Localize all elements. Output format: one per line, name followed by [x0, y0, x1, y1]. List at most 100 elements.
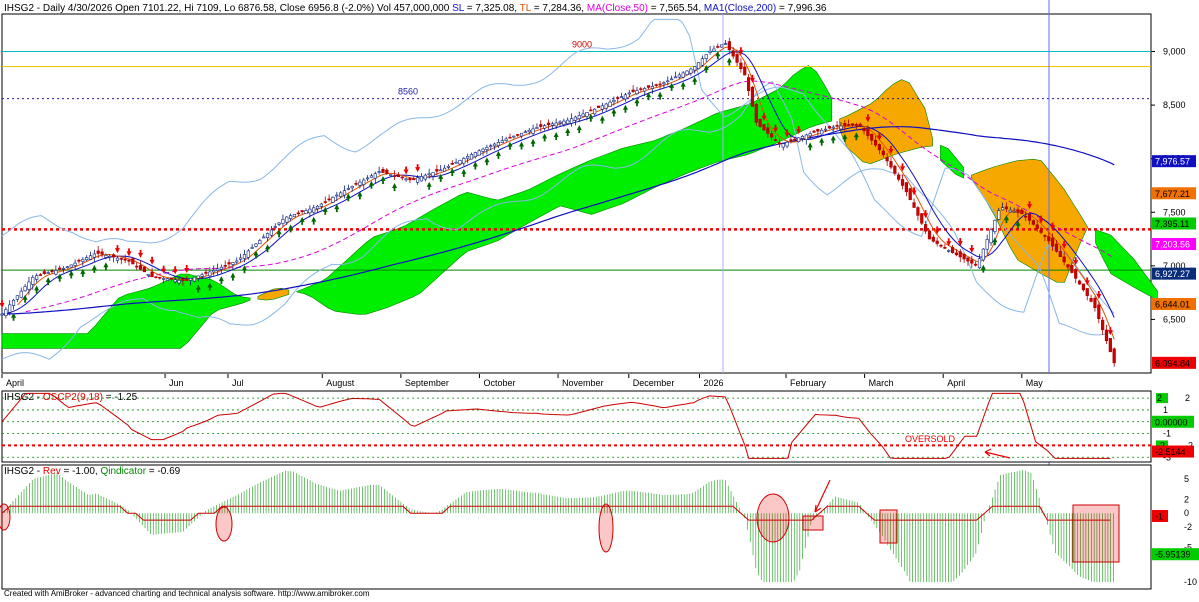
candle-body: [927, 230, 932, 240]
candle-body: [1104, 329, 1109, 342]
candle-body: [365, 177, 370, 180]
candle-body: [596, 105, 601, 108]
candle-body: [215, 268, 220, 271]
candle-body: [1081, 283, 1086, 291]
candle-body: [489, 145, 493, 148]
candle-body: [242, 254, 247, 259]
candle-body: [700, 58, 705, 66]
candle-body: [77, 259, 81, 262]
candle-body: [873, 139, 878, 146]
candle-body: [389, 174, 393, 176]
y-tick-label: 6,500: [1163, 314, 1186, 324]
candle-body: [920, 213, 924, 224]
candle-body: [358, 181, 362, 186]
oversold-label: OVERSOLD: [905, 434, 956, 444]
candle-body: [27, 281, 31, 290]
candle-body: [127, 259, 131, 262]
rev-tag-label: -5.95139: [1155, 550, 1191, 560]
candle-body: [108, 255, 112, 258]
reversal-panel[interactable]: IHSG2 - Rev = -1.00, Qindicator = -0.69 5…: [0, 464, 1199, 590]
rev-tick-label: -10: [1184, 577, 1197, 587]
x-tick-label: April: [947, 378, 965, 388]
candle-body: [42, 271, 46, 274]
candle-body: [854, 124, 858, 126]
candle-body: [427, 173, 431, 176]
candle-body: [970, 259, 974, 264]
candle-body: [181, 278, 185, 282]
osc-tick-label: 1: [1163, 405, 1168, 415]
candle-body: [235, 260, 239, 263]
candle-body: [820, 129, 824, 135]
candle-body: [31, 277, 35, 285]
candle-body: [777, 142, 781, 145]
candle-body: [331, 196, 335, 203]
candle-body: [1043, 235, 1047, 237]
candle-body: [450, 163, 454, 165]
candle-body: [527, 130, 531, 133]
y-tick-label: 9,000: [1163, 47, 1186, 57]
candle-body: [162, 277, 166, 280]
oscillator-title: IHSG2 - OSCP2(9,18) = -1.25: [4, 392, 138, 403]
candle-body: [369, 175, 374, 178]
candle-body: [635, 90, 639, 95]
candle-body: [1085, 288, 1089, 296]
candle-body: [662, 82, 666, 85]
candle-body: [19, 290, 23, 298]
candle-body: [439, 169, 443, 172]
candle-body: [1101, 319, 1105, 331]
candle-body: [292, 214, 297, 218]
rev-tick-label: 2: [1184, 494, 1189, 504]
price-tag-label: 6,927.27: [1155, 269, 1190, 279]
candle-body: [885, 156, 889, 162]
candle-body: [1000, 207, 1005, 211]
candle-body: [862, 128, 866, 132]
candle-body: [708, 50, 712, 53]
candle-body: [720, 44, 724, 48]
candle-body: [997, 210, 1001, 220]
candle-body: [573, 116, 578, 121]
candle-body: [604, 103, 608, 109]
candle-body: [889, 161, 893, 168]
candle-body: [381, 169, 385, 173]
candle-body: [250, 247, 254, 249]
highlight-ellipse: [756, 493, 790, 543]
candle-body: [112, 254, 116, 258]
candle-body: [789, 139, 793, 141]
candle-body: [1008, 209, 1012, 213]
candle-body: [673, 76, 678, 79]
oscillator-panel[interactable]: IHSG2 - OSCP2(9,18) = -1.25221-1-2-2-30.…: [1, 390, 1194, 463]
candle-body: [716, 46, 720, 48]
highlight-ellipse: [598, 503, 614, 553]
candle-body: [165, 278, 170, 281]
candle-body: [593, 108, 597, 115]
candle-body: [943, 247, 947, 249]
candle-body: [500, 140, 504, 143]
candle-body: [335, 194, 339, 197]
candle-body: [1016, 209, 1020, 213]
price-tag-label: 7,677.21: [1155, 189, 1190, 199]
candle-body: [146, 274, 150, 276]
candle-body: [631, 89, 635, 92]
candle-body: [281, 219, 285, 224]
candle-body: [1012, 211, 1016, 213]
candle-body: [296, 212, 300, 215]
candle-body: [442, 167, 447, 172]
candle-body: [265, 233, 270, 239]
price-tag-label: 6,094.84: [1155, 358, 1190, 368]
candle-body: [696, 62, 701, 69]
candle-body: [1024, 216, 1028, 218]
candle-body: [870, 133, 874, 141]
candle-body: [797, 137, 801, 143]
candle-body: [254, 243, 258, 247]
candle-body: [1070, 265, 1074, 273]
candle-body: [977, 258, 982, 269]
candle-body: [327, 198, 331, 201]
candle-body: [262, 236, 266, 239]
candle-body: [15, 295, 19, 300]
x-tick-label: August: [326, 378, 355, 388]
candle-body: [831, 126, 835, 129]
candle-body: [974, 263, 978, 266]
x-tick-label: 2026: [704, 378, 724, 388]
candle-body: [1054, 243, 1059, 252]
candle-body: [962, 253, 966, 260]
